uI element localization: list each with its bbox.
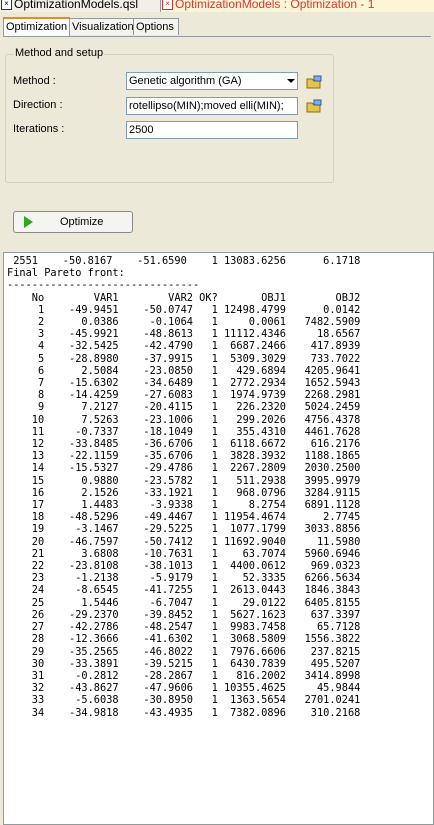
chevron-down-icon[interactable] xyxy=(287,79,295,83)
table-row: 9 7.2127 -20.4115 1 226.2320 5024.2459 xyxy=(37,401,361,414)
tab-visualization[interactable]: Visualization xyxy=(69,18,135,35)
doc-tab-qsl[interactable]: × OptimizationModels.qsl xyxy=(0,0,160,12)
direction-label: Direction : xyxy=(13,99,63,111)
table-row: 33 -5.6038 -30.8950 1 1363.5654 2701.024… xyxy=(31,694,361,707)
output-console[interactable]: 2551 -50.8167 -51.6590 1 13083.6256 6.17… xyxy=(3,252,434,825)
tab-options[interactable]: Options xyxy=(133,18,179,35)
column-header-row: No VAR1 VAR2 OK? OBJ1 OBJ2 xyxy=(31,291,361,304)
table-row: 32 -43.8627 -47.9606 1 10355.4625 45.984… xyxy=(31,682,361,695)
method-setup-group: Method and setup Method : Genetic algori… xyxy=(5,47,334,183)
method-select[interactable]: Genetic algorithm (GA) xyxy=(126,72,298,90)
table-row: 24 -8.6545 -41.7255 1 2613.0443 1846.384… xyxy=(31,584,361,597)
table-row: 18 -48.5296 -49.4467 1 11954.4674 2.7745 xyxy=(31,511,361,524)
doc-tab-optimization[interactable]: × OptimizationModels : Optimization - 1 xyxy=(160,0,434,12)
table-row: 22 -23.8108 -38.1013 1 4400.0612 969.032… xyxy=(31,560,361,573)
table-row: 11 -0.7337 -18.1049 1 355.4310 4461.7628 xyxy=(31,425,361,438)
table-row: 17 1.4483 -3.9338 1 8.2754 6891.1128 xyxy=(31,499,361,512)
direction-picker-icon[interactable] xyxy=(306,99,322,113)
table-row: 27 -42.2786 -48.2547 1 9983.7458 65.7128 xyxy=(31,621,361,634)
optimize-label: Optimize xyxy=(60,216,104,228)
method-value: Genetic algorithm (GA) xyxy=(129,75,242,87)
table-row: 29 -35.2565 -46.8022 1 7976.6606 237.821… xyxy=(31,645,361,658)
table-row: 31 -0.2812 -28.2867 1 816.2002 3414.8998 xyxy=(31,669,361,682)
table-row: 7 -15.6302 -34.6489 1 2772.2934 1652.594… xyxy=(37,377,361,390)
table-row: 8 -14.4259 -27.6083 1 1974.9739 2268.298… xyxy=(37,389,361,402)
play-icon xyxy=(24,216,33,228)
table-row: 3 -45.9921 -48.8613 1 11112.4346 18.6567 xyxy=(37,328,361,341)
table-row: 30 -33.3891 -39.5215 1 6430.7839 495.520… xyxy=(31,657,361,670)
table-row: 6 2.5084 -23.0850 1 429.6894 4205.9641 xyxy=(37,364,361,377)
doc-tab-label: OptimizationModels.qsl xyxy=(14,0,139,11)
direction-value: rotellipso(MIN);moved elli(MIN); xyxy=(129,100,284,112)
doc-tab-label: OptimizationModels : Optimization - 1 xyxy=(175,0,375,11)
table-row: 13 -22.1159 -35.6706 1 3828.3932 1188.18… xyxy=(31,450,361,463)
table-row: 4 -32.5425 -42.4790 1 6687.2466 417.8939 xyxy=(37,340,361,353)
method-picker-icon[interactable] xyxy=(306,75,322,89)
tab-optimization[interactable]: Optimization xyxy=(3,17,70,37)
table-row: 10 7.5263 -23.1006 1 299.2026 4756.4378 xyxy=(31,413,361,426)
group-title: Method and setup xyxy=(14,47,105,59)
table-row: 21 3.6808 -10.7631 1 63.7074 5960.6946 xyxy=(31,547,361,560)
table-row: 19 -3.1467 -29.5225 1 1077.1799 3033.885… xyxy=(31,523,361,536)
separator-line: ------------------------------- xyxy=(7,279,200,292)
table-row: 2 0.0386 -0.1064 1 0.0061 7482.5909 xyxy=(37,316,361,329)
table-row: 16 2.1526 -33.1921 1 968.0796 3284.9115 xyxy=(31,486,361,499)
table-row: 28 -12.3666 -41.6302 1 3068.5809 1556.38… xyxy=(31,633,361,646)
table-row: 14 -15.5327 -29.4786 1 2267.2809 2030.25… xyxy=(31,462,361,475)
table-row: 20 -46.7597 -50.7412 1 11692.9040 11.598… xyxy=(31,535,361,548)
table-row: 1 -49.9451 -50.0747 1 12498.4799 0.0142 xyxy=(37,303,361,316)
table-row: 15 0.9880 -23.5782 1 511.2938 3995.9979 xyxy=(31,474,361,487)
iterations-label: Iterations : xyxy=(13,123,65,135)
table-row: 25 1.5446 -6.7047 1 29.0122 6405.8155 xyxy=(31,596,361,609)
method-label: Method : xyxy=(13,75,56,87)
table-row: 12 -33.8485 -36.6706 1 6118.6672 616.217… xyxy=(31,438,361,451)
table-row: 5 -28.8980 -37.9915 1 5309.3029 733.7022 xyxy=(37,352,361,365)
close-icon[interactable]: × xyxy=(162,0,173,11)
document-tab-bar: × OptimizationModels.qsl × OptimizationMod… xyxy=(0,0,434,12)
iterations-value: 2500 xyxy=(129,124,154,136)
iterations-input[interactable]: 2500 xyxy=(126,121,298,139)
direction-field[interactable]: rotellipso(MIN);moved elli(MIN); xyxy=(126,97,298,115)
close-icon[interactable]: × xyxy=(1,0,12,11)
optimize-button[interactable]: Optimize xyxy=(13,211,133,233)
table-row: 26 -29.2370 -39.8452 1 5627.1623 637.339… xyxy=(31,608,361,621)
pareto-heading: Final Pareto front: xyxy=(7,267,125,280)
table-row: 23 -1.2138 -5.9179 1 52.3335 6266.5634 xyxy=(31,572,361,585)
tab-panel-border xyxy=(3,36,431,37)
output-text: 2551 -50.8167 -51.6590 1 13083.6256 6.17… xyxy=(7,255,360,719)
table-row: 34 -34.9818 -43.4935 1 7382.0896 310.216… xyxy=(31,706,361,719)
output-line: 2551 -50.8167 -51.6590 1 13083.6256 6.17… xyxy=(13,255,361,267)
